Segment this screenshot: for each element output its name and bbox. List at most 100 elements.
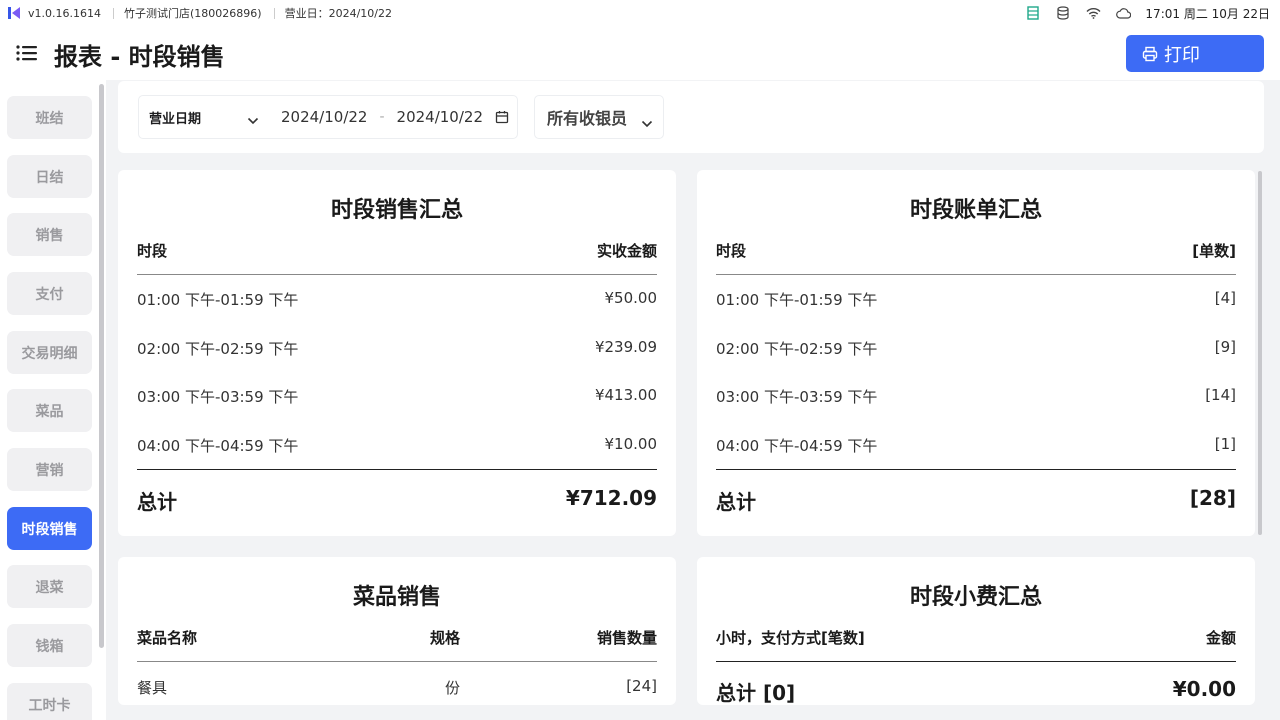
row-count: [14] [1205, 386, 1236, 404]
column-header-amount: 实收金额 [596, 242, 657, 260]
column-header-qty: 销售数量 [596, 629, 657, 647]
date-separator: - [379, 109, 385, 125]
calendar-icon[interactable] [495, 110, 509, 124]
page-title: 报表 - 时段销售 [54, 43, 225, 71]
sidebar-item-label: 退菜 [35, 579, 64, 596]
table-header: 小时，支付方式[笔数] 金额 [716, 627, 1236, 647]
sidebar-item-label: 日结 [35, 169, 64, 186]
total-value: [28] [1189, 486, 1236, 510]
content-scrollbar[interactable] [1258, 171, 1262, 535]
column-header-period: 时段 [137, 242, 168, 260]
divider [716, 469, 1236, 470]
row-period: 02:00 下午-02:59 下午 [137, 340, 299, 358]
cashier-label: 所有收银员 [547, 109, 628, 128]
table-row: 04:00 下午-04:59 下午 ¥10.00 [137, 435, 657, 457]
sidebar-item-returns[interactable]: 退菜 [7, 565, 92, 608]
table-row: 01:00 下午-01:59 下午 [4] [716, 289, 1236, 311]
wifi-icon[interactable] [1085, 5, 1101, 21]
total-row: 总计 ¥712.09 [137, 486, 657, 514]
chevron-down-icon[interactable] [247, 113, 259, 125]
divider [716, 274, 1236, 275]
total-row: 总计 [28] [716, 486, 1236, 514]
sidebar-item-label: 菜品 [35, 403, 64, 420]
sidebar-item-label: 工时卡 [28, 697, 71, 714]
table-row: 04:00 下午-04:59 下午 [1] [716, 435, 1236, 457]
table-header: 菜品名称 规格 销售数量 [137, 627, 657, 647]
sidebar-item-period-sales[interactable]: 时段销售 [7, 507, 92, 550]
divider [273, 7, 275, 19]
row-spec: 份 [444, 679, 460, 697]
clock: 17:01 周二 10月 22日 [1145, 6, 1270, 21]
column-header-hour: 小时，支付方式[笔数] [716, 629, 865, 647]
sidebar-item-transactions[interactable]: 交易明细 [7, 331, 92, 374]
sidebar-item-label: 钱箱 [35, 638, 64, 655]
column-header-count: [单数] [1192, 242, 1236, 260]
end-date[interactable]: 2024/10/22 [397, 108, 483, 126]
table-row: 03:00 下午-03:59 下午 ¥413.00 [137, 386, 657, 408]
menu-icon[interactable] [16, 44, 38, 62]
sales-summary-card: 时段销售汇总 时段 实收金额 01:00 下午-01:59 下午 ¥50.00 … [118, 170, 676, 536]
sidebar-item-label: 销售 [35, 227, 64, 244]
table-row: 02:00 下午-02:59 下午 ¥239.09 [137, 338, 657, 360]
row-period: 01:00 下午-01:59 下午 [716, 291, 878, 309]
divider [137, 661, 657, 662]
total-label: 总计 [0] [716, 681, 796, 705]
row-count: [4] [1214, 289, 1236, 307]
sidebar-item-timecard[interactable]: 工时卡 [7, 683, 92, 720]
sidebar-item-marketing[interactable]: 营销 [7, 448, 92, 491]
sidebar-item-payment[interactable]: 支付 [7, 272, 92, 315]
total-label: 总计 [716, 490, 756, 514]
row-amount: ¥10.00 [604, 435, 658, 453]
column-header-period: 时段 [716, 242, 747, 260]
sidebar-item-cash-drawer[interactable]: 钱箱 [7, 624, 92, 667]
row-count: [1] [1214, 435, 1236, 453]
date-type-select[interactable]: 营业日期 [149, 108, 231, 127]
table-row: 餐具 份 [24] [137, 677, 657, 699]
sidebar-item-label: 班结 [35, 110, 64, 127]
sidebar-item-sales[interactable]: 销售 [7, 213, 92, 256]
total-row: 总计 [0] ¥0.00 [716, 677, 1236, 705]
row-name: 餐具 [137, 679, 168, 697]
row-period: 04:00 下午-04:59 下午 [137, 437, 299, 455]
filter-bar: 营业日期 2024/10/22 - 2024/10/22 所有收银员 [118, 81, 1264, 153]
chevron-down-icon[interactable] [641, 113, 653, 128]
start-date[interactable]: 2024/10/22 [281, 108, 367, 126]
tip-summary-card: 时段小费汇总 小时，支付方式[笔数] 金额 总计 [0] ¥0.00 [697, 557, 1255, 705]
table-header: 时段 [单数] [716, 240, 1236, 260]
card-title: 时段小费汇总 [909, 585, 1042, 610]
cashier-select[interactable]: 所有收银员 [534, 95, 664, 139]
app-version: v1.0.16.1614 [28, 6, 101, 20]
column-header-name: 菜品名称 [137, 629, 198, 647]
divider [113, 7, 114, 19]
sidebar-item-label: 支付 [35, 286, 64, 303]
print-label: 打印 [1164, 44, 1200, 66]
list-icon[interactable] [1025, 5, 1041, 21]
row-period: 01:00 下午-01:59 下午 [137, 291, 299, 309]
total-label: 总计 [137, 490, 177, 514]
row-amount: ¥50.00 [604, 289, 658, 307]
date-range-picker[interactable]: 营业日期 2024/10/22 - 2024/10/22 [138, 95, 518, 139]
table-header: 时段 实收金额 [137, 240, 657, 260]
sidebar-scrollbar[interactable] [99, 84, 104, 648]
print-button[interactable]: 打印 [1126, 35, 1264, 72]
sidebar-item-daily[interactable]: 日结 [7, 155, 92, 198]
divider [716, 661, 1236, 662]
cloud-icon[interactable] [1115, 5, 1131, 21]
row-period: 04:00 下午-04:59 下午 [716, 437, 878, 455]
card-title: 菜品销售 [352, 585, 441, 610]
row-amount: ¥413.00 [594, 386, 657, 404]
sidebar-item-label: 营销 [35, 462, 64, 479]
sidebar-item-label: 时段销售 [21, 521, 78, 538]
database-icon[interactable] [1055, 5, 1071, 21]
sidebar-item-label: 交易明细 [21, 345, 78, 362]
divider [137, 274, 657, 275]
sidebar-item-shift[interactable]: 班结 [7, 96, 92, 139]
row-qty: [24] [626, 677, 657, 695]
card-title: 时段销售汇总 [330, 198, 463, 223]
column-header-amount: 金额 [1205, 629, 1236, 647]
table-row: 03:00 下午-03:59 下午 [14] [716, 386, 1236, 408]
column-header-spec: 规格 [429, 629, 460, 647]
bill-summary-card: 时段账单汇总 时段 [单数] 01:00 下午-01:59 下午 [4] 02:… [697, 170, 1255, 536]
sidebar-item-dishes[interactable]: 菜品 [7, 389, 92, 432]
row-period: 03:00 下午-03:59 下午 [716, 388, 878, 406]
